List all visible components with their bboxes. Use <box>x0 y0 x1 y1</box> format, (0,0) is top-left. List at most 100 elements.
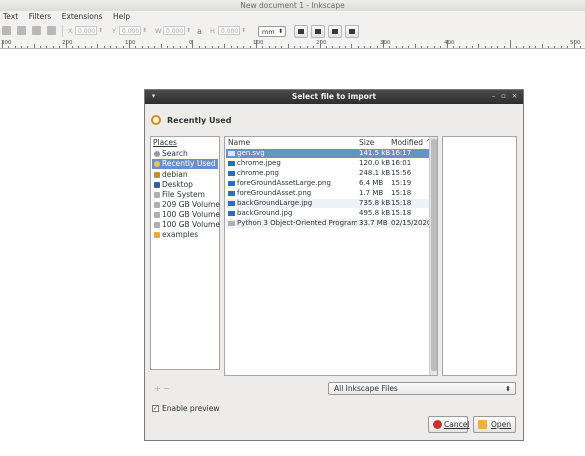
place-volume-209gb[interactable]: 209 GB Volume <box>152 200 220 210</box>
place-label: Recently Used <box>162 159 216 168</box>
scale-stroke-button[interactable] <box>294 25 308 38</box>
column-name-header[interactable]: Name <box>228 138 250 147</box>
column-modified-header[interactable]: Modified ^ <box>391 138 432 147</box>
place-label: Desktop <box>162 180 193 189</box>
ruler-tick <box>434 46 435 48</box>
add-remove-bookmark-buttons[interactable]: + − <box>154 384 170 393</box>
move-patterns-button[interactable] <box>345 25 359 38</box>
ruler-tick <box>116 46 117 48</box>
place-label: Search <box>162 149 188 158</box>
file-list-scrollbar[interactable] <box>429 137 437 375</box>
move-gradients-button[interactable] <box>328 25 342 38</box>
file-type-filter-select[interactable]: All Inkscape Files ⬍ <box>328 382 516 395</box>
x-spinner[interactable]: ⬍ <box>98 26 103 35</box>
ruler-tick <box>237 46 238 48</box>
align-left-icon[interactable] <box>2 26 11 35</box>
menu-extensions[interactable]: Extensions <box>62 11 103 22</box>
ruler-tick <box>205 46 206 48</box>
file-size: 141.5 kB <box>359 149 391 157</box>
image-file-icon <box>228 151 235 156</box>
ruler-tick <box>307 46 308 48</box>
ruler-tick <box>535 46 536 48</box>
close-icon[interactable]: × <box>510 92 519 101</box>
place-examples[interactable]: examples <box>152 230 218 240</box>
ruler-tick <box>554 46 555 48</box>
place-search[interactable]: Search <box>152 149 218 159</box>
x-field[interactable]: 0.000 <box>75 26 97 35</box>
scale-stroke-icon <box>298 29 304 34</box>
open-folder-icon <box>478 420 487 429</box>
ruler-tick <box>326 46 327 48</box>
menu-help[interactable]: Help <box>113 11 130 22</box>
ruler-tick <box>320 40 321 48</box>
file-size: 495.8 kB <box>359 209 391 217</box>
unit-select[interactable]: mm ⬍ <box>258 26 286 37</box>
maximize-icon[interactable]: ▫ <box>499 92 508 101</box>
file-row[interactable]: backGround.jpg 495.8 kB 15:18 <box>226 209 429 218</box>
ruler-tick <box>383 40 384 48</box>
menu-text[interactable]: Text <box>3 11 18 22</box>
h-spinner[interactable]: ⬍ <box>241 26 246 35</box>
file-row[interactable]: chrome.png 248.1 kB 15:56 <box>226 169 429 178</box>
scale-corners-button[interactable] <box>311 25 325 38</box>
file-row[interactable]: backGroundLarge.jpg 735.8 kB 15:18 <box>226 199 429 208</box>
ruler-tick <box>478 44 479 48</box>
clock-icon <box>151 115 161 125</box>
place-desktop[interactable]: Desktop <box>152 180 218 190</box>
ruler-tick <box>510 40 511 48</box>
document-file-icon <box>228 221 235 226</box>
dialog-titlebar[interactable]: ▾ Select file to import – ▫ × <box>145 90 523 104</box>
scrollbar-thumb[interactable] <box>431 139 437 371</box>
place-file-system[interactable]: File System <box>152 190 218 200</box>
file-modified: 15:19 <box>391 179 412 187</box>
ruler-tick <box>59 46 60 48</box>
ruler-tick <box>523 46 524 48</box>
file-row[interactable]: foreGroundAsset.png 1.7 MB 15:18 <box>226 189 429 198</box>
ruler-tick <box>224 44 225 48</box>
import-dialog: ▾ Select file to import – ▫ × Recently U… <box>144 89 524 441</box>
w-field[interactable]: 0.000 <box>163 26 185 35</box>
file-row[interactable]: gen.svg 141.5 kB 16:17 <box>226 149 429 158</box>
column-size-header[interactable]: Size <box>359 138 374 147</box>
unit-value: mm <box>262 28 275 36</box>
ruler-tick <box>294 46 295 48</box>
align-center-icon[interactable] <box>17 26 26 35</box>
place-volume-100gb[interactable]: 100 GB Volume <box>152 220 220 230</box>
h-label: H <box>210 27 215 35</box>
ruler-tick <box>389 46 390 48</box>
location-label[interactable]: Recently Used <box>167 116 231 125</box>
menu-filters[interactable]: Filters <box>29 11 51 22</box>
file-modified: 15:18 <box>391 199 412 207</box>
minimize-icon[interactable]: – <box>489 92 498 101</box>
lock-icon[interactable]: a <box>197 27 202 36</box>
align-top-icon[interactable] <box>47 26 56 35</box>
file-size: 6.4 MB <box>359 179 384 187</box>
file-row[interactable]: chrome.jpeg 120.0 kB 16:01 <box>226 159 429 168</box>
ruler-label: 100 <box>125 40 136 46</box>
place-debian[interactable]: debian <box>152 170 218 180</box>
y-field[interactable]: 0.000 <box>119 26 141 35</box>
ruler-label: 200 <box>62 40 73 46</box>
place-volume-100gb[interactable]: 100 GB Volume <box>152 210 220 220</box>
drive-icon <box>154 202 160 208</box>
ruler-tick <box>440 46 441 48</box>
place-recently-used[interactable]: Recently Used <box>152 159 218 169</box>
file-size: 248.1 kB <box>359 169 391 177</box>
enable-preview-checkbox[interactable]: ✓ <box>152 405 159 412</box>
file-row[interactable]: foreGroundAssetLarge.png 6.4 MB 15:19 <box>226 179 429 188</box>
h-field[interactable]: 0.000 <box>218 26 240 35</box>
ruler-tick <box>358 46 359 48</box>
horizontal-ruler[interactable]: 300 200 100 0 100 200 300 400 500 <box>0 40 585 49</box>
cancel-button[interactable]: Cancel <box>428 416 469 433</box>
file-row[interactable]: Python 3 Object-Oriented Program... 33.7… <box>226 219 431 228</box>
y-spinner[interactable]: ⬍ <box>142 26 147 35</box>
open-button[interactable]: Open <box>473 416 516 433</box>
places-header: Places <box>153 138 177 147</box>
w-spinner[interactable]: ⬍ <box>186 26 191 35</box>
align-right-icon[interactable] <box>32 26 41 35</box>
drive-icon <box>154 222 160 228</box>
enable-preview-label[interactable]: Enable preview <box>162 404 220 413</box>
ruler-tick <box>421 46 422 48</box>
place-label: examples <box>162 230 199 239</box>
ruler-tick <box>504 46 505 48</box>
